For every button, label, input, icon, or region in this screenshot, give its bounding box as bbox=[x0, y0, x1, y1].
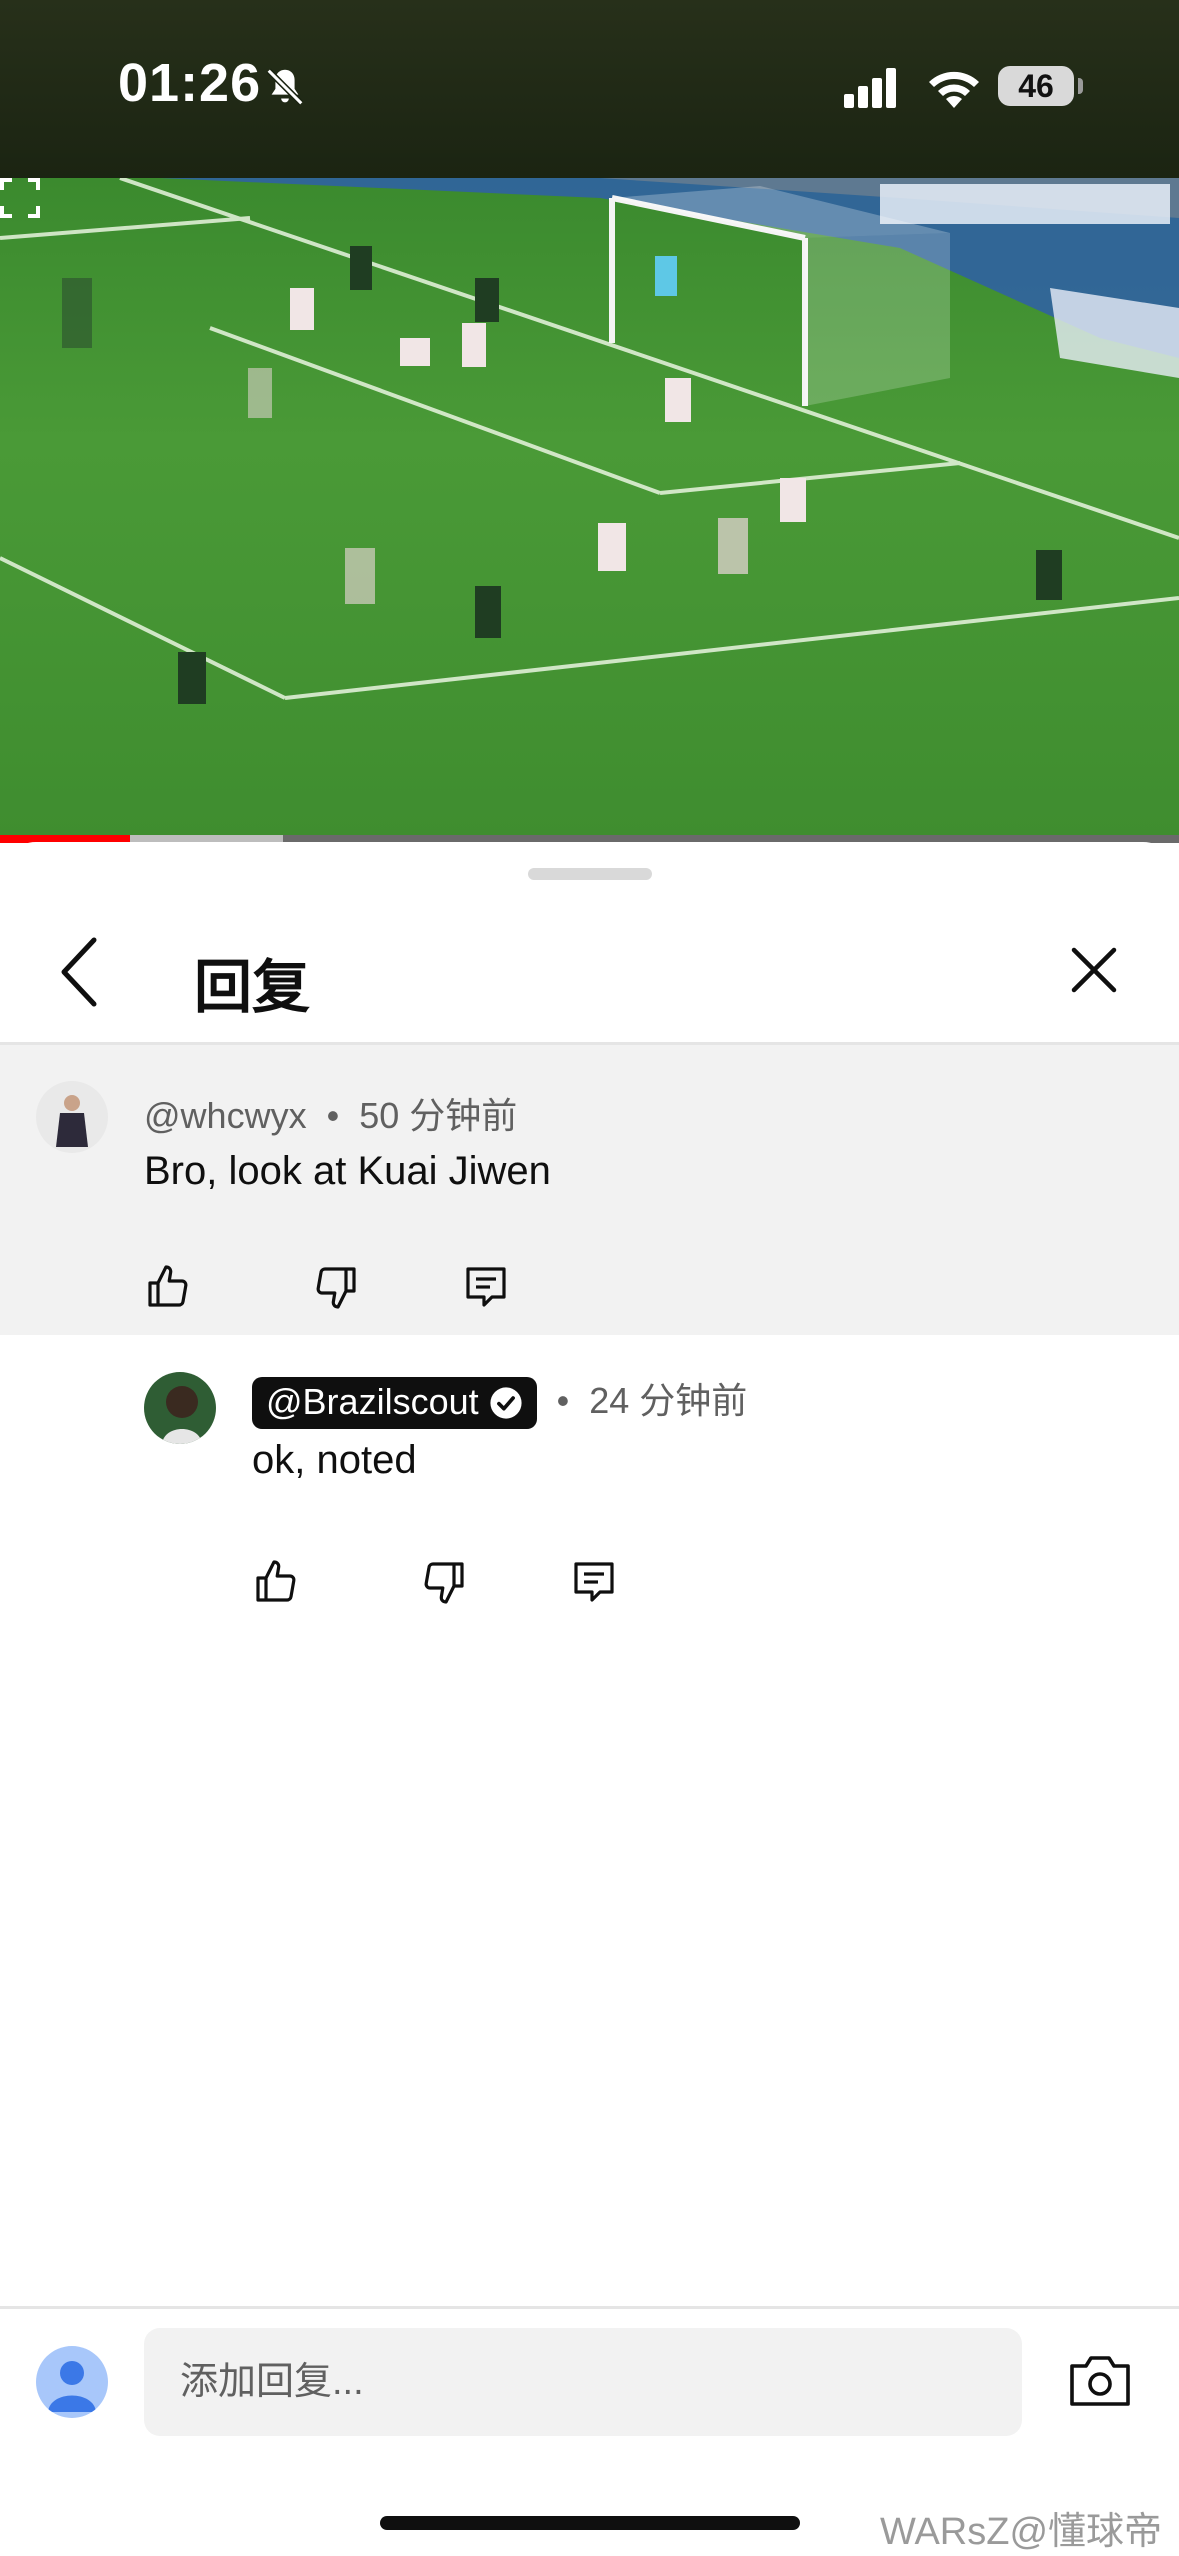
sheet-title: 回复 bbox=[194, 955, 311, 1020]
verified-check-icon bbox=[490, 1387, 522, 1419]
thumbs-up-icon[interactable] bbox=[252, 1558, 300, 1606]
home-indicator[interactable] bbox=[380, 2516, 800, 2530]
comment-text: Bro, look at Kuai Jiwen bbox=[144, 1149, 551, 1193]
my-avatar[interactable] bbox=[36, 2346, 108, 2418]
reply-input[interactable]: 添加回复... bbox=[144, 2328, 1022, 2436]
comment-meta: @Brazilscout • 24 分钟前 bbox=[252, 1372, 748, 1430]
fullscreen-icon[interactable] bbox=[0, 178, 40, 218]
clock: 01:26 bbox=[118, 53, 262, 113]
meta-separator: • bbox=[556, 1380, 570, 1421]
drag-handle[interactable] bbox=[528, 868, 652, 880]
battery-indicator: 46 bbox=[998, 66, 1074, 106]
camera-icon[interactable] bbox=[1068, 2352, 1132, 2408]
meta-separator: • bbox=[326, 1095, 340, 1136]
composer-divider bbox=[0, 2306, 1179, 2309]
replies-sheet: 回复 @whcwyx • 50 分钟前 Bro, look at Kuai Ji… bbox=[0, 842, 1179, 2556]
status-bar: 01:26 46 bbox=[0, 0, 1179, 178]
comment-time: 24 分钟前 bbox=[589, 1380, 748, 1421]
comment-author-chip[interactable]: @Brazilscout bbox=[252, 1377, 537, 1430]
comment-author: @Brazilscout bbox=[266, 1381, 479, 1423]
comment-time: 50 分钟前 bbox=[359, 1095, 518, 1136]
comment-meta: @whcwyx • 50 分钟前 bbox=[144, 1087, 517, 1139]
video-player[interactable] bbox=[0, 178, 1179, 838]
thumbs-down-icon[interactable] bbox=[420, 1558, 468, 1606]
bell-slash-icon bbox=[266, 68, 304, 106]
cellular-signal-icon bbox=[844, 68, 896, 108]
comment-author[interactable]: @whcwyx bbox=[144, 1095, 307, 1136]
wifi-icon bbox=[929, 71, 979, 108]
comment-reply-icon[interactable] bbox=[462, 1263, 510, 1311]
watermark: WARsZ@懂球帝 bbox=[880, 2511, 1163, 2553]
avatar[interactable] bbox=[36, 1081, 108, 1153]
comment-text: ok, noted bbox=[252, 1438, 417, 1482]
comment-reply-icon[interactable] bbox=[570, 1558, 618, 1606]
chevron-left-icon[interactable] bbox=[50, 932, 110, 1012]
battery-tip bbox=[1078, 78, 1083, 94]
avatar[interactable] bbox=[144, 1372, 216, 1444]
close-icon[interactable] bbox=[1066, 942, 1122, 998]
thumbs-down-icon[interactable] bbox=[312, 1263, 360, 1311]
parent-comment: @whcwyx • 50 分钟前 Bro, look at Kuai Jiwen bbox=[0, 1045, 1179, 1335]
thumbs-up-icon[interactable] bbox=[144, 1263, 192, 1311]
video-frame bbox=[0, 178, 1179, 704]
